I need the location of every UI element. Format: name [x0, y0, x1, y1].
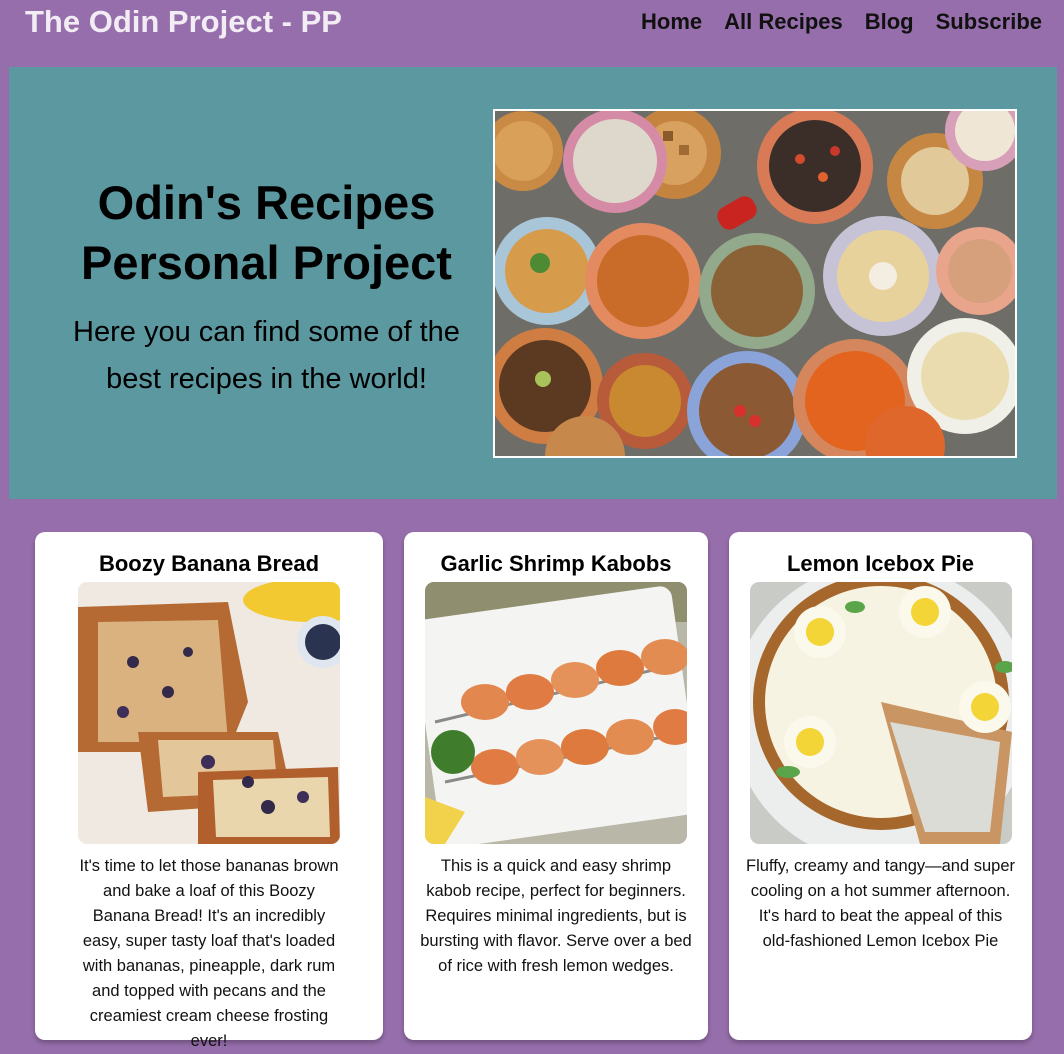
- site-header: The Odin Project - PP Home All Recipes B…: [0, 0, 1064, 50]
- hero-title-line1: Odin's Recipes: [97, 176, 436, 229]
- shrimp-kabobs-illustration: [425, 582, 687, 844]
- recipe-card-banana-bread[interactable]: Boozy Banana Bread It's time to let thos…: [35, 532, 383, 1050]
- lemon-pie-illustration: [749, 582, 1012, 844]
- nav-home-link[interactable]: Home: [641, 9, 702, 35]
- soup-bowls-illustration: [495, 111, 1015, 456]
- banana-bread-illustration: [78, 582, 340, 844]
- card-description: Fluffy, creamy and tangy—and super cooli…: [745, 857, 1016, 950]
- recipe-card-shrimp-kabobs[interactable]: Garlic Shrimp Kabobs This is a quick and…: [404, 532, 708, 1040]
- shrimp-kabobs-photo[interactable]: [425, 582, 687, 844]
- banana-bread-photo[interactable]: [78, 582, 340, 844]
- soup-bowls-photo: [493, 109, 1017, 458]
- hero-subtitle: Here you can find some of the best recip…: [73, 316, 460, 395]
- card-description: This is a quick and easy shrimp kabob re…: [420, 857, 692, 975]
- hero-text: Odin's Recipes Personal Project Here you…: [49, 173, 484, 403]
- site-brand[interactable]: The Odin Project - PP: [25, 4, 342, 40]
- recipe-card-lemon-icebox-pie[interactable]: Lemon Icebox Pie Fluffy, creamy and tang…: [729, 532, 1032, 1040]
- nav-blog-link[interactable]: Blog: [865, 9, 914, 35]
- nav-all-recipes-link[interactable]: All Recipes: [724, 9, 843, 35]
- card-title[interactable]: Lemon Icebox Pie: [729, 550, 1032, 578]
- hero-banner: Odin's Recipes Personal Project Here you…: [9, 67, 1057, 499]
- nav-subscribe-link[interactable]: Subscribe: [936, 9, 1042, 35]
- card-title[interactable]: Boozy Banana Bread: [35, 550, 383, 578]
- lemon-pie-photo[interactable]: [749, 582, 1012, 844]
- card-title[interactable]: Garlic Shrimp Kabobs: [404, 550, 708, 578]
- card-description: It's time to let those bananas brown and…: [79, 857, 339, 1050]
- main-nav: Home All Recipes Blog Subscribe: [641, 9, 1042, 35]
- hero-title-line2: Personal Project: [81, 236, 452, 289]
- hero-title: Odin's Recipes Personal Project: [49, 173, 484, 293]
